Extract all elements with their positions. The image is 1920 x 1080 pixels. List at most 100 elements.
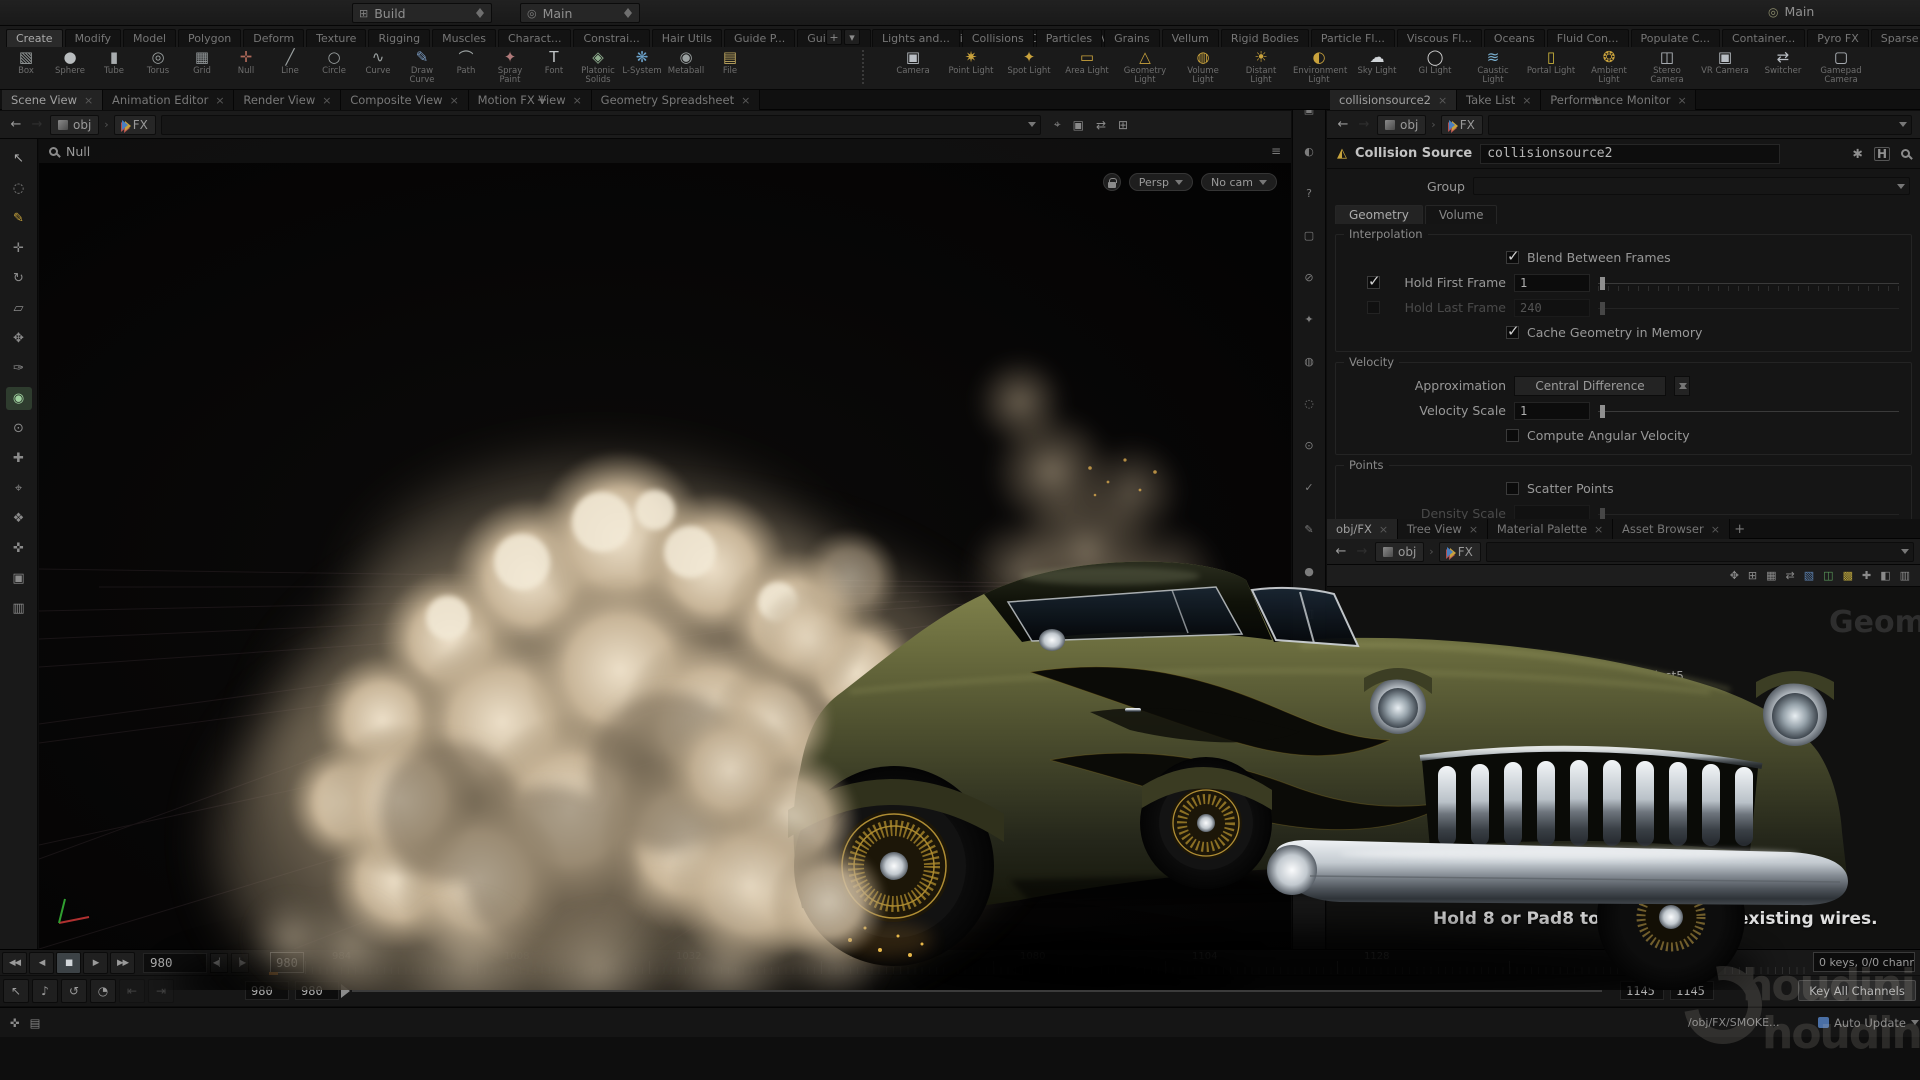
auto-update-selector[interactable]: Auto Update <box>1818 1016 1919 1030</box>
wireframe-icon[interactable]: ◌ <box>1298 394 1320 412</box>
compute-angular-velocity-checkbox[interactable] <box>1506 429 1519 442</box>
camera-tool-icon[interactable]: ▣ <box>6 567 32 590</box>
close-icon[interactable] <box>741 96 750 105</box>
sync-icon[interactable]: ⇄ <box>1096 117 1106 132</box>
next-key-button[interactable]: ⇥ <box>148 979 174 1003</box>
pane-tab[interactable]: Material Palette <box>1488 519 1613 539</box>
take-selector[interactable]: ◎ Main <box>1768 4 1814 19</box>
display-green-icon[interactable]: ◫ <box>1823 569 1833 582</box>
blend-between-frames-checkbox[interactable] <box>1506 251 1519 264</box>
lock-icon[interactable] <box>1103 173 1121 191</box>
tool-file[interactable]: ▤File <box>708 48 752 85</box>
op-list-icon[interactable]: ≡ <box>1271 144 1281 158</box>
pane-tab[interactable]: Render View <box>234 90 341 110</box>
hold-first-frame-slider[interactable] <box>1598 275 1899 291</box>
pan-icon[interactable]: ✥ <box>1730 569 1739 582</box>
tool-grid[interactable]: ▦Grid <box>180 48 224 85</box>
tool-circle[interactable]: ○Circle <box>312 48 356 85</box>
points-toggle-icon[interactable]: ⊙ <box>1298 436 1320 454</box>
shelf-tab[interactable]: Texture <box>306 29 366 47</box>
shelf-tab[interactable]: Deform <box>243 29 304 47</box>
scene-viewport[interactable]: Null ≡ Persp No cam <box>39 139 1291 949</box>
chevron-down-icon[interactable] <box>1901 549 1909 554</box>
layout-icon[interactable]: ⊞ <box>1748 569 1757 582</box>
pane-tab[interactable]: Geometry Spreadsheet <box>592 90 760 110</box>
shelf-tab[interactable]: Charact... <box>498 29 572 47</box>
display-yellow-icon[interactable]: ▩ <box>1843 569 1853 582</box>
shelf-add-button[interactable]: + <box>826 29 842 45</box>
flipbook-tool-icon[interactable]: ▥ <box>6 597 32 620</box>
pane-tab[interactable]: Tree View <box>1398 519 1488 539</box>
pane-tab[interactable]: Performance Monitor <box>1541 90 1696 110</box>
shelf-menu-button[interactable]: ▾ <box>844 29 860 45</box>
snap-tool-icon[interactable]: ⊙ <box>6 417 32 440</box>
timeline-ruler[interactable]: 984100810321056108011041128 <box>305 950 1805 975</box>
jump-end-button[interactable]: ▶▶ <box>110 952 135 974</box>
forward-button[interactable]: → <box>29 117 45 132</box>
chevron-down-icon[interactable] <box>1028 122 1036 127</box>
tool-distant-light[interactable]: ☀Distant Light <box>1232 48 1290 85</box>
approximation-dropdown[interactable]: Central Difference <box>1514 376 1666 396</box>
pane-tab[interactable]: Asset Browser <box>1613 519 1730 539</box>
play-reverse-button[interactable]: ◀ <box>29 952 54 974</box>
select-mode-icon[interactable]: ▢ <box>1298 226 1320 244</box>
shelf-tab[interactable]: Rigid Bodies <box>1221 29 1309 47</box>
translate-tool-icon[interactable]: ✛ <box>6 237 32 260</box>
tool-volume-light[interactable]: ◍Volume Light <box>1174 48 1232 85</box>
chevron-down-icon[interactable] <box>1897 184 1905 189</box>
annotate-icon[interactable]: ✎ <box>1298 520 1320 538</box>
breadcrumb-context[interactable]: FX <box>114 115 156 135</box>
play-button[interactable]: ▶ <box>83 952 108 974</box>
param-tab[interactable]: Volume <box>1425 205 1498 224</box>
prev-key-button[interactable]: ⇤ <box>119 979 145 1003</box>
stop-button[interactable]: ■ <box>56 952 81 974</box>
shelf-tab[interactable]: Vellum <box>1162 29 1219 47</box>
shelf-tab[interactable]: Guide P... <box>724 29 795 47</box>
tool-gi-light[interactable]: ◯GI Light <box>1406 48 1464 85</box>
hold-first-frame-field[interactable]: 1 <box>1514 274 1590 292</box>
hold-last-frame-slider[interactable] <box>1598 300 1899 316</box>
shelf-tab[interactable]: Modify <box>65 29 121 47</box>
tool-camera[interactable]: ▣Camera <box>884 48 942 85</box>
breadcrumb-root[interactable]: obj <box>1377 115 1426 135</box>
tool-draw-curve[interactable]: ✎Draw Curve <box>400 48 444 85</box>
close-icon[interactable] <box>573 96 582 105</box>
close-icon[interactable] <box>1379 525 1388 534</box>
close-icon[interactable] <box>450 96 459 105</box>
step-forward-button[interactable]: ▕▶ <box>231 953 249 973</box>
shelf-tab[interactable]: Lights and... <box>872 29 960 47</box>
shelf-tab[interactable]: Container... <box>1722 29 1805 47</box>
step-back-button[interactable]: ◀▏ <box>210 953 228 973</box>
close-icon[interactable] <box>1522 96 1531 105</box>
close-icon[interactable] <box>1594 525 1603 534</box>
shading-mode-icon[interactable]: ◐ <box>1298 142 1320 160</box>
hold-last-frame-checkbox[interactable] <box>1367 301 1380 314</box>
pane-tab[interactable]: Motion FX View <box>469 90 592 110</box>
rows-icon[interactable]: ▥ <box>1900 569 1910 582</box>
shelf-tab[interactable]: Oceans <box>1484 29 1545 47</box>
global-range-end-field[interactable]: 1145 <box>1670 981 1714 1000</box>
breadcrumb-context[interactable]: FX <box>1441 115 1483 135</box>
shelf-tab[interactable]: Grains <box>1104 29 1160 47</box>
tool-caustic-light[interactable]: ≋Caustic Light <box>1464 48 1522 85</box>
lights-toggle-icon[interactable]: ✦ <box>1298 310 1320 328</box>
tool-area-light[interactable]: ▭Area Light <box>1058 48 1116 85</box>
shelf-tab[interactable]: Fluid Con... <box>1547 29 1629 47</box>
brush-tool-icon[interactable]: ✎ <box>6 207 32 230</box>
path-field[interactable] <box>161 115 1041 135</box>
tool-vr-camera[interactable]: ▣VR Camera <box>1696 48 1754 85</box>
display-blue-icon[interactable]: ▧ <box>1804 569 1814 582</box>
forward-button[interactable]: → <box>1354 544 1370 559</box>
tool-point-light[interactable]: ✷Point Light <box>942 48 1000 85</box>
radial-menu-selector[interactable]: ◎ Main <box>520 3 640 23</box>
current-frame-field[interactable]: 980 <box>143 953 207 973</box>
tool-path[interactable]: ⌒Path <box>444 48 488 85</box>
check-icon[interactable]: ✓ <box>1298 478 1320 496</box>
shelf-tab[interactable]: Muscles <box>432 29 496 47</box>
volume-toggle-icon[interactable]: ◍ <box>1298 352 1320 370</box>
shelf-tab[interactable]: Particle Fl... <box>1311 29 1395 47</box>
close-icon[interactable] <box>1438 96 1447 105</box>
shelf-tab[interactable]: Sparse Pyr... <box>1871 29 1920 47</box>
tool-stereo-camera[interactable]: ◫Stereo Camera <box>1638 48 1696 85</box>
key-all-channels-button[interactable]: Key All Channels <box>1798 980 1916 1001</box>
